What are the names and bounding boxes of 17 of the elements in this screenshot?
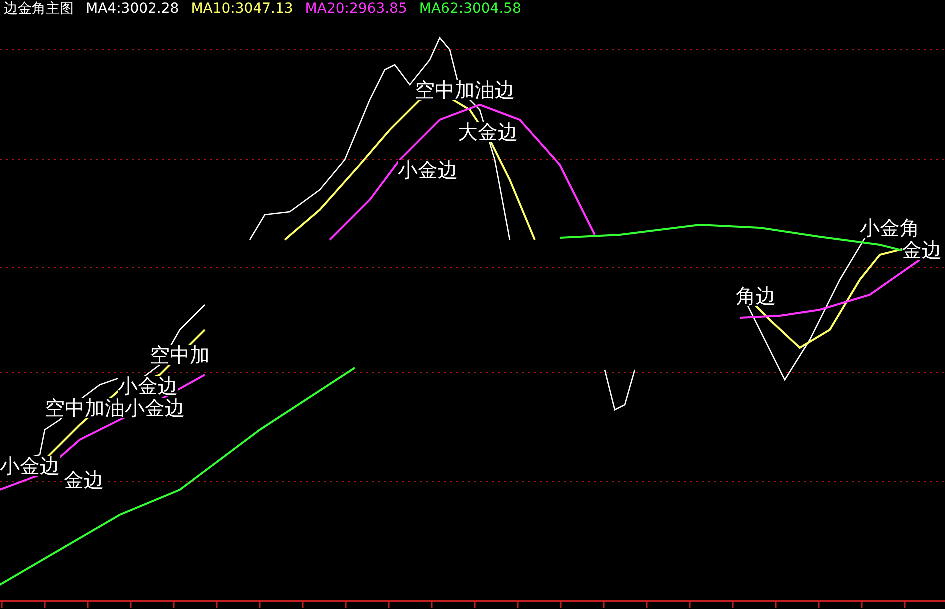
chart-annotation: 角边 [736,286,776,306]
chart-annotation: 金边 [64,470,104,490]
chart-annotation: 小金边 [398,160,458,180]
chart-annotation: 空中加油小金边 [45,398,185,418]
chart-annotation: 小金边 [118,376,178,396]
chart-annotation: 空中加油边 [415,80,515,100]
chart-annotation: 金边 [902,240,942,260]
price-line [604,370,636,411]
indicator-value: MA4:3002.28 [86,2,180,16]
chart-annotation: 空中加 [150,345,210,365]
indicator-value: MA20:2963.85 [305,2,408,16]
chart-title: 边金角主图 [4,2,74,16]
chart-annotation: 小金边 [0,456,60,476]
indicator-value: MA10:3047.13 [191,2,294,16]
chart-annotation: 小金角 [860,218,920,238]
indicator-value: MA62:3004.58 [419,2,522,16]
chart-annotation: 大金边 [458,122,518,142]
